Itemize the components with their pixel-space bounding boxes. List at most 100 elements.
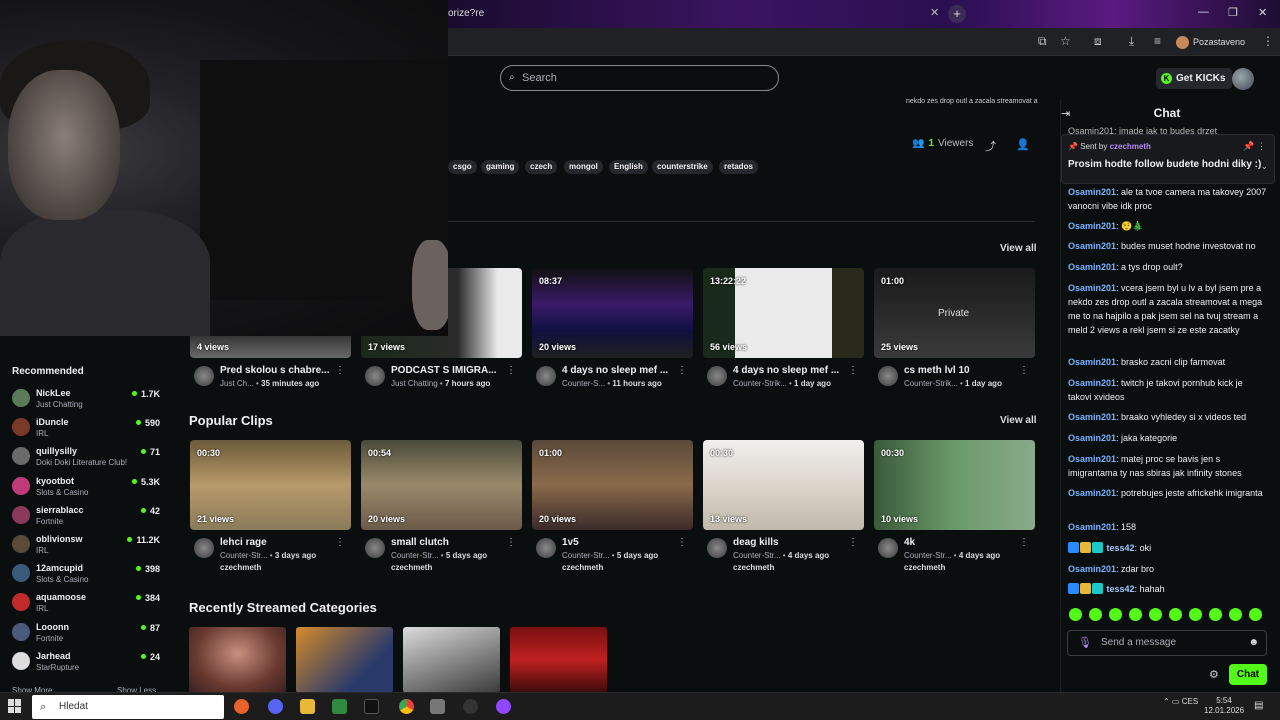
chat-username[interactable]: tess42 xyxy=(1107,543,1135,553)
avatar[interactable] xyxy=(878,538,898,558)
emote-icon[interactable] xyxy=(1129,608,1142,621)
category-card[interactable] xyxy=(189,627,286,693)
avatar[interactable] xyxy=(707,366,727,386)
card-channel[interactable]: czechmeth xyxy=(562,563,603,572)
card-category[interactable]: Counter-Str... xyxy=(733,551,781,560)
card-channel[interactable]: czechmeth xyxy=(904,563,945,572)
thumbnail[interactable]: 00:54 20 views xyxy=(361,440,522,530)
tag-chip[interactable]: counterstrike xyxy=(652,160,713,174)
sidebar-item-12amcupid[interactable]: 12amcupid Slots & Casino 398 xyxy=(10,561,162,589)
close-window-icon[interactable]: ✕ xyxy=(1258,6,1267,19)
video-card[interactable]: 01:00 Private 25 views cs meth lvl 10 ⋮ Count… xyxy=(874,268,1036,403)
thumbnail[interactable]: 01:00 20 views xyxy=(532,440,693,530)
sidebar-item-looonn[interactable]: Looonn Fortnite 87 xyxy=(10,620,162,648)
clock[interactable]: 5:54 12.01.2026 xyxy=(1204,696,1244,716)
discord-icon[interactable] xyxy=(268,699,283,714)
card-category[interactable]: Counter-Strik... xyxy=(733,379,787,388)
restore-icon[interactable]: ❐ xyxy=(1228,6,1238,19)
card-title[interactable]: small clutch xyxy=(391,537,501,548)
thumbnail[interactable]: 00:30 21 views xyxy=(190,440,351,530)
chat-username[interactable]: Osamin201 xyxy=(1068,187,1116,197)
emote-icon[interactable] xyxy=(1229,608,1242,621)
card-title[interactable]: cs meth lvl 10 xyxy=(904,365,1014,376)
avatar[interactable] xyxy=(878,366,898,386)
profile-button[interactable]: Pozastaveno xyxy=(1176,32,1245,52)
thumbnail[interactable]: 01:00 Private 25 views xyxy=(874,268,1035,358)
videos-view-all-link[interactable]: View all xyxy=(1000,243,1037,254)
clip-card[interactable]: 00:30 21 views lehci rage ⋮ Counter-Str... •… xyxy=(190,440,352,575)
card-category[interactable]: Counter-Strik... xyxy=(904,379,958,388)
chat-username[interactable]: Osamin201 xyxy=(1068,412,1116,422)
firefox-icon[interactable] xyxy=(234,699,249,714)
minimize-icon[interactable]: — xyxy=(1198,6,1209,18)
more-options-icon[interactable]: ⋮ xyxy=(506,365,516,376)
more-options-icon[interactable]: ⋮ xyxy=(1019,365,1029,376)
close-tab-icon[interactable]: ✕ xyxy=(930,6,939,19)
more-options-icon[interactable]: ⋮ xyxy=(335,537,345,548)
spreadsheet-icon[interactable] xyxy=(332,699,347,714)
avatar[interactable] xyxy=(536,366,556,386)
emote-icon[interactable] xyxy=(1149,608,1162,621)
taskbar-search-input[interactable]: ⌕ Hledat xyxy=(32,695,224,719)
tag-chip[interactable]: czech xyxy=(525,160,558,174)
sidebar-item-nicklee[interactable]: NickLee Just Chatting 1.7K xyxy=(10,386,162,414)
chat-username[interactable]: Osamin201 xyxy=(1068,454,1116,464)
card-category[interactable]: Counter-Str... xyxy=(904,551,952,560)
video-card[interactable]: 13:22:22 56 views 4 days no sleep mef ... ⋮… xyxy=(703,268,865,403)
card-category[interactable]: Counter-Str... xyxy=(220,551,268,560)
chat-username[interactable]: Osamin201 xyxy=(1068,283,1116,293)
chat-username[interactable]: Osamin201 xyxy=(1068,488,1116,498)
share-icon[interactable]: ⤴ xyxy=(985,138,996,154)
more-options-icon[interactable]: ⋮ xyxy=(506,537,516,548)
windows-start-icon[interactable] xyxy=(8,699,22,713)
sidebar-item-sierrablacc[interactable]: sierrablacc Fortnite 42 xyxy=(10,503,162,531)
system-tray[interactable]: ⌃ ▭ CES xyxy=(1163,697,1198,706)
video-card[interactable]: 08:37 20 views 4 days no sleep mef ... ⋮ Cou… xyxy=(532,268,694,403)
new-tab-button[interactable]: + xyxy=(948,5,966,23)
thumbnail[interactable]: 08:37 20 views xyxy=(532,268,693,358)
chat-username[interactable]: Osamin201 xyxy=(1068,378,1116,388)
tag-chip[interactable]: English xyxy=(609,160,648,174)
chat-username[interactable]: Osamin201 xyxy=(1068,221,1116,231)
send-chat-button[interactable]: Chat xyxy=(1229,664,1267,685)
card-category[interactable]: Just Chatting xyxy=(391,379,438,388)
more-options-icon[interactable]: ⋮ xyxy=(848,365,858,376)
emote-icon[interactable] xyxy=(1089,608,1102,621)
avatar[interactable] xyxy=(194,366,214,386)
chat-username[interactable]: Osamin201 xyxy=(1068,241,1116,251)
tag-chip[interactable]: gaming xyxy=(481,160,520,174)
card-channel[interactable]: czechmeth xyxy=(391,563,432,572)
extensions-icon[interactable]: ⧈ xyxy=(1094,34,1102,49)
category-card[interactable] xyxy=(510,627,607,693)
media-icon[interactable]: ≡ xyxy=(1154,34,1161,48)
emote-icon[interactable] xyxy=(1249,608,1262,621)
card-title[interactable]: 1v5 xyxy=(562,537,672,548)
chrome-icon[interactable] xyxy=(399,699,414,714)
card-title[interactable]: lehci rage xyxy=(220,537,330,548)
card-channel[interactable]: czechmeth xyxy=(220,563,261,572)
category-card[interactable] xyxy=(403,627,500,693)
sidebar-item-quillysilly[interactable]: quillysilly Doki Doki Literature Club! 71 xyxy=(10,444,162,472)
clips-view-all-link[interactable]: View all xyxy=(1000,415,1037,426)
clip-card[interactable]: 00:54 20 views small clutch ⋮ Counter-Str...… xyxy=(361,440,523,575)
clip-card[interactable]: 01:00 20 views 1v5 ⋮ Counter-Str... • 5 days… xyxy=(532,440,694,575)
emote-icon[interactable] xyxy=(1189,608,1202,621)
chat-username[interactable]: Osamin201 xyxy=(1068,357,1116,367)
sidebar-item-aquamoose[interactable]: aquamoose IRL 384 xyxy=(10,590,162,618)
card-category[interactable]: Counter-Str... xyxy=(562,551,610,560)
get-kicks-button[interactable]: K Get KICKs xyxy=(1156,68,1233,89)
menu-kebab-icon[interactable]: ⋮ xyxy=(1262,34,1274,48)
emote-icon[interactable] xyxy=(1169,608,1182,621)
card-title[interactable]: 4 days no sleep mef ... xyxy=(562,365,672,376)
thumbnail[interactable]: 00:30 10 views xyxy=(874,440,1035,530)
app-icon[interactable] xyxy=(496,699,511,714)
tiktok-icon[interactable] xyxy=(364,699,379,714)
more-options-icon[interactable]: ⋮ xyxy=(1019,537,1029,548)
download-icon[interactable]: ⤓ xyxy=(1129,34,1134,49)
avatar[interactable] xyxy=(365,366,385,386)
more-options-icon[interactable]: ⋮ xyxy=(677,537,687,548)
clip-card[interactable]: 00:30 10 views 4k ⋮ Counter-Str... • 4 days … xyxy=(874,440,1036,575)
card-title[interactable]: 4k xyxy=(904,537,1014,548)
thumbnail[interactable]: 13:22:22 56 views xyxy=(703,268,864,358)
avatar[interactable] xyxy=(194,538,214,558)
